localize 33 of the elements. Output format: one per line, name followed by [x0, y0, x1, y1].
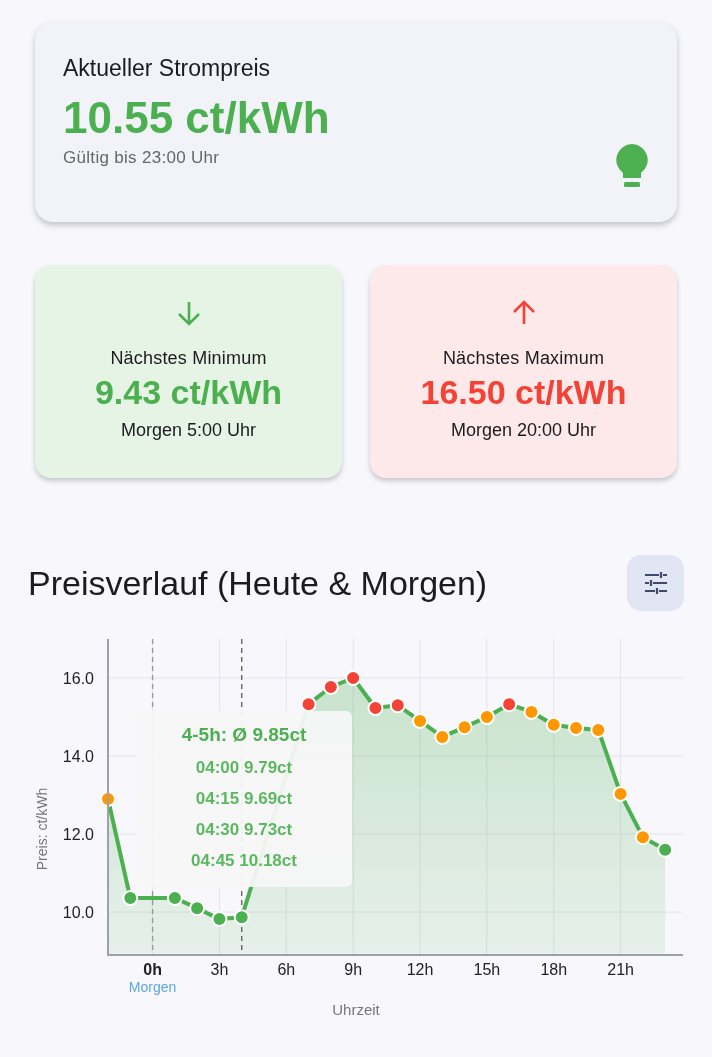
time-text: Morgen 20:00 Uhr	[450, 420, 597, 441]
y-tick-label: 16.0	[62, 670, 94, 687]
tooltip-line: 04:45 10.18ct	[191, 851, 297, 870]
x-tick-label: 21h	[607, 961, 634, 978]
x-tick-label: 9h	[344, 961, 363, 978]
x-tick-label: 6h	[277, 961, 296, 978]
y-tick-label: 14.0	[62, 748, 94, 766]
tooltip-title: 4-5h: Ø 9.85ct	[181, 724, 307, 745]
card-label: Nächstes Maximum	[442, 348, 605, 369]
price-value: 16.50 ct/kWh	[420, 373, 627, 412]
lightbulb-icon	[615, 143, 649, 189]
y-tick-label: 10.0	[62, 904, 94, 922]
card-label: Nächstes Minimum	[110, 348, 267, 369]
time-text: Morgen 5:00 Uhr	[120, 420, 257, 441]
x-axis-title: Uhrzeit	[332, 1001, 380, 1018]
settings-button[interactable]	[627, 555, 684, 611]
x-tick-label: 12h	[406, 961, 434, 978]
card-title: Aktueller Strompreis	[63, 55, 272, 82]
sliders-icon	[643, 572, 668, 594]
tooltip-line: 04:30 9.73ct	[195, 820, 293, 839]
valid-until-text: Gültig bis 23:00 Uhr	[63, 148, 221, 169]
tooltip-line: 04:00 9.79ct	[195, 758, 293, 777]
price-value: 9.43 ct/kWh	[94, 373, 283, 412]
section-title: Preisverlauf (Heute & Morgen)	[28, 563, 488, 603]
x-tick-label: 3h	[210, 961, 229, 978]
y-tick-label: 12.0	[62, 826, 94, 844]
x-tick-label: 18h	[540, 961, 568, 978]
tooltip-line: 04:15 9.69ct	[195, 789, 293, 808]
day-label: Morgen	[128, 979, 177, 995]
x-tick-label: 15h	[473, 961, 501, 978]
y-axis-title: Preis: ct/kWh	[34, 787, 50, 871]
current-price: 10.55 ct/kWh	[63, 94, 330, 143]
x-tick-label: 0h	[143, 961, 162, 978]
